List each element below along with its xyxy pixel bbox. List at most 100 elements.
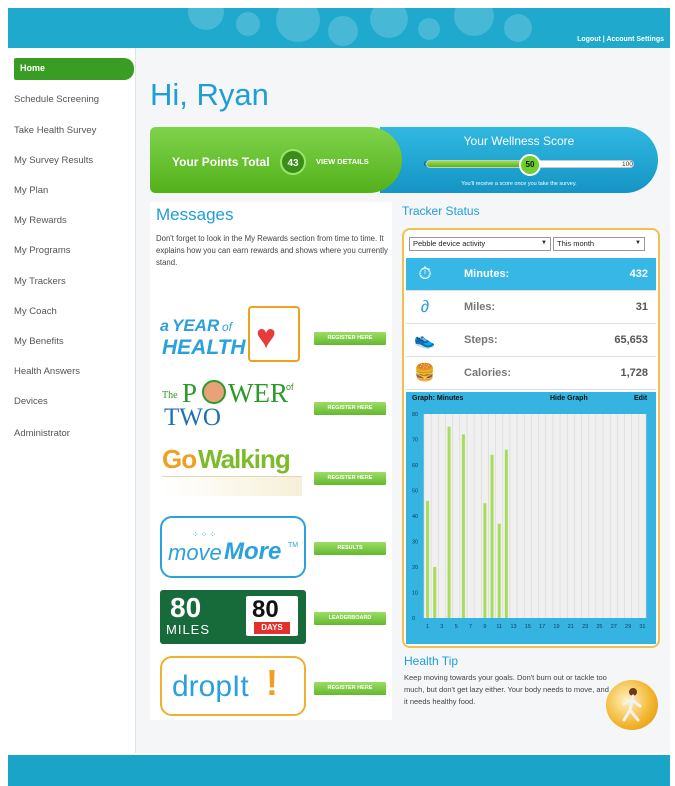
- x-tick-label: 23: [582, 624, 588, 630]
- x-tick-label: 11: [496, 624, 502, 630]
- edit-graph-link[interactable]: Edit: [634, 395, 647, 402]
- sidebar-item-my-coach[interactable]: My Coach: [14, 306, 57, 317]
- eighty-miles-logo[interactable]: 80 MILES 80 DAYS: [160, 590, 306, 644]
- register-button-go-walking[interactable]: REGISTER HERE: [314, 472, 386, 485]
- points-banner: Your Points Total 43 VIEW DETAILS: [150, 127, 402, 193]
- runner-photo: [606, 680, 658, 730]
- metric-value: 1,728: [620, 367, 648, 379]
- y-tick-label: 20: [412, 565, 418, 571]
- sidebar-item-my-benefits[interactable]: My Benefits: [14, 336, 64, 347]
- messages-text: Don't forget to look in the My Rewards s…: [156, 234, 388, 267]
- view-details-link[interactable]: VIEW DETAILS: [316, 157, 369, 166]
- wellness-fill: [427, 161, 530, 167]
- metric-value: 31: [635, 301, 648, 313]
- sidebar-item-my-plan[interactable]: My Plan: [14, 185, 48, 196]
- bar-day-6: [461, 434, 465, 618]
- x-tick-label: 9: [483, 624, 486, 630]
- y-tick-label: 80: [412, 412, 418, 418]
- account-settings-link[interactable]: Account Settings: [606, 36, 664, 43]
- sidebar-item-my-rewards[interactable]: My Rewards: [14, 215, 67, 226]
- sidebar-item-my-trackers[interactable]: My Trackers: [14, 276, 66, 287]
- route-icon: ∂: [420, 297, 430, 316]
- power-of-two-logo[interactable]: The P WER of TWO: [160, 374, 306, 436]
- x-tick-label: 17: [539, 624, 545, 630]
- sidebar-item-devices[interactable]: Devices: [14, 396, 48, 407]
- drop-it-logo[interactable]: dropIt !: [160, 656, 306, 716]
- graph-header: Graph: Minutes Hide Graph Edit: [406, 392, 656, 406]
- x-tick-label: 5: [455, 624, 458, 630]
- x-tick-label: 15: [525, 624, 531, 630]
- wellness-note: You'll receive a score once you take the…: [461, 181, 577, 187]
- metric-name: Miles:: [464, 301, 496, 313]
- x-tick-label: 27: [611, 624, 617, 630]
- sidebar-item-home[interactable]: Home: [14, 58, 134, 80]
- account-links: Logout | Account Settings: [577, 36, 664, 43]
- graph-label: Graph: Minutes: [412, 395, 464, 402]
- wellness-title: Your Wellness Score: [463, 134, 575, 148]
- y-tick-label: 10: [412, 591, 418, 597]
- bar-day-11: [497, 523, 501, 618]
- metric-name: Calories:: [464, 367, 512, 379]
- x-tick-label: 21: [568, 624, 574, 630]
- move-more-logo[interactable]: ⁘⁘⁘ move More TM: [160, 516, 306, 578]
- metric-row-calories[interactable]: 🍔 Calories: 1,728: [406, 357, 656, 390]
- y-tick-label: 70: [412, 438, 418, 444]
- wellness-score-panel: Your Wellness Score 0 50 100 You'll rece…: [380, 127, 658, 193]
- leaderboard-button-eighty-miles[interactable]: LEADERBOARD: [314, 612, 386, 625]
- register-button-year-of-health[interactable]: REGISTER HERE: [314, 332, 386, 345]
- x-tick-label: 31: [639, 624, 645, 630]
- points-label: Your Points Total: [172, 155, 270, 169]
- year-of-health-logo[interactable]: ♥ a YEAR of HEALTH: [160, 306, 306, 368]
- x-tick-label: 3: [440, 624, 443, 630]
- wellness-max: 100: [622, 161, 633, 168]
- chevron-down-icon: ▼: [541, 240, 547, 246]
- tracker-title: Tracker Status: [402, 204, 480, 218]
- shoe-icon: 👟: [414, 330, 436, 349]
- metric-value: 65,653: [614, 334, 648, 346]
- y-tick-label: 0: [412, 616, 415, 622]
- health-tip-title: Health Tip: [404, 654, 459, 668]
- device-select-value: Pebble device activity: [413, 239, 486, 248]
- graph-container: 0 10 20 30 40 50 60 70 80 1 3 5 7 9 11 13 15 17 19 21 23 25 27…: [406, 406, 656, 644]
- go-walking-logo[interactable]: Go Walking: [160, 444, 306, 500]
- bar-day-12: [504, 449, 508, 618]
- bar-day-1: [426, 500, 430, 618]
- points-badge: 43: [280, 149, 306, 175]
- x-tick-label: 29: [625, 624, 631, 630]
- top-banner: Logout | Account Settings: [8, 8, 670, 48]
- sidebar-item-my-survey-results[interactable]: My Survey Results: [14, 155, 93, 166]
- metric-row-steps[interactable]: 👟 Steps: 65,653: [406, 324, 656, 357]
- health-tip-text: Keep moving towards your goals. Don't bu…: [404, 673, 609, 706]
- plot-area: [424, 414, 646, 618]
- metric-row-miles[interactable]: ∂ Miles: 31: [406, 291, 656, 324]
- sidebar-item-my-programs[interactable]: My Programs: [14, 245, 70, 256]
- link-separator: |: [602, 36, 605, 43]
- hide-graph-link[interactable]: Hide Graph: [550, 395, 588, 402]
- logout-link[interactable]: Logout: [577, 36, 601, 43]
- x-tick-label: 19: [553, 624, 559, 630]
- wellness-slider: 50: [426, 154, 634, 176]
- minutes-chart: 010203040506070801 3 5 7 9 11 13 15 17 19 21 23 25 27…: [412, 412, 647, 630]
- messages-title: Messages: [156, 205, 234, 224]
- food-icon: 🍔: [414, 363, 436, 382]
- sidebar-item-health-answers[interactable]: Health Answers: [14, 366, 80, 377]
- y-tick-label: 40: [412, 514, 418, 520]
- metric-row-minutes[interactable]: ⏱ Minutes: 432: [406, 258, 656, 291]
- results-button-move-more[interactable]: RESULTS: [314, 542, 386, 555]
- metric-name: Minutes:: [464, 268, 510, 280]
- register-button-drop-it[interactable]: REGISTER HERE: [314, 682, 386, 695]
- sidebar-item-take-health-survey[interactable]: Take Health Survey: [14, 125, 96, 136]
- register-button-power-of-two[interactable]: REGISTER HERE: [314, 402, 386, 415]
- sidebar-item-administrator[interactable]: Administrator: [14, 428, 70, 439]
- period-select[interactable]: This month ▼: [553, 237, 645, 251]
- bar-day-10: [490, 454, 494, 618]
- metric-name: Steps:: [464, 334, 498, 346]
- device-select[interactable]: Pebble device activity ▼: [409, 237, 551, 251]
- footer-bar: [8, 755, 670, 786]
- sidebar-item-schedule-screening[interactable]: Schedule Screening: [14, 94, 99, 105]
- x-tick-label: 13: [510, 624, 516, 630]
- bar-day-9: [483, 503, 487, 618]
- bar-day-4: [447, 426, 451, 618]
- x-tick-label: 25: [596, 624, 602, 630]
- metric-value: 432: [629, 268, 648, 280]
